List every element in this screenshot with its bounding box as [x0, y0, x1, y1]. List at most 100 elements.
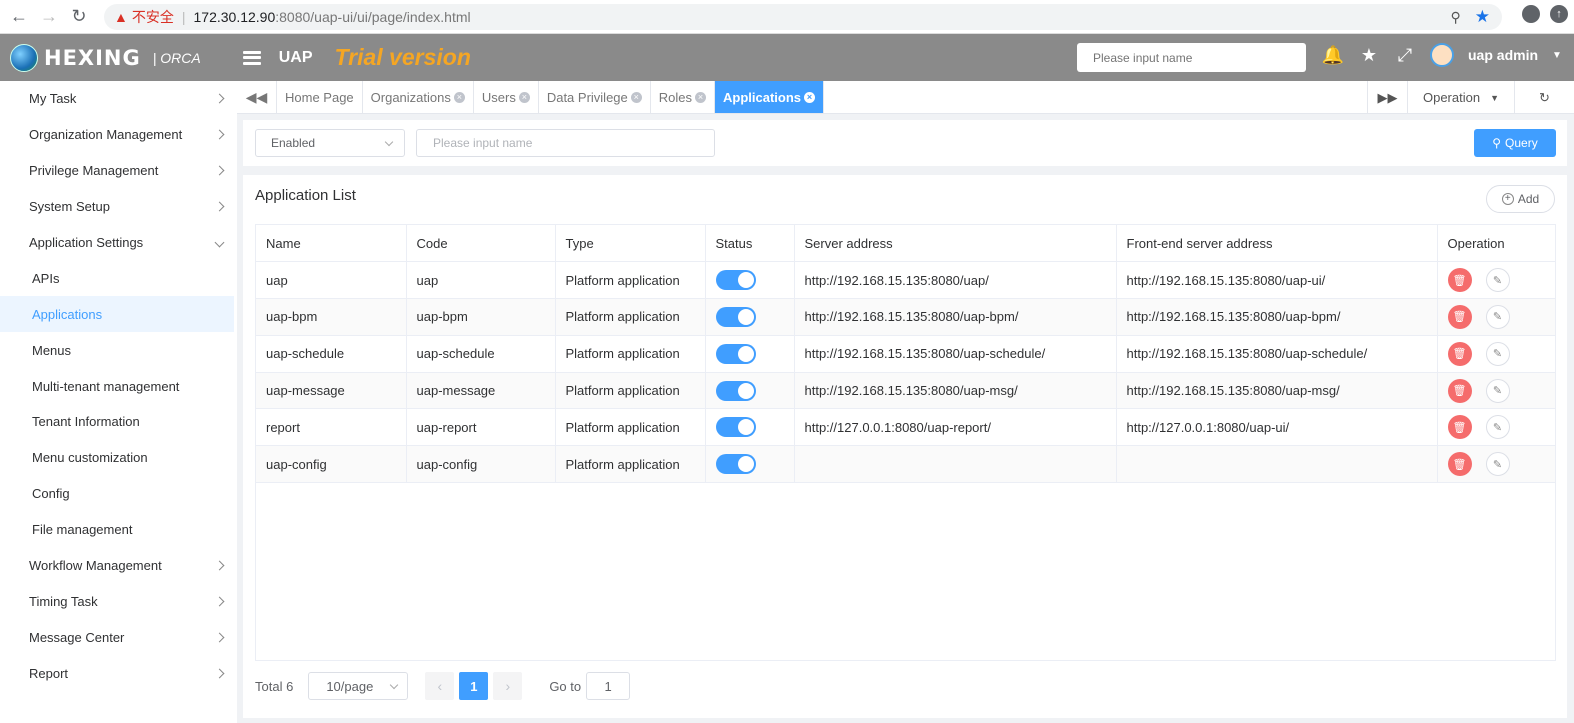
delete-icon[interactable]: 🗑	[1447, 268, 1472, 293]
tab-users[interactable]: Users ×	[474, 81, 539, 113]
edit-icon[interactable]: ✎	[1485, 341, 1510, 366]
edit-icon[interactable]: ✎	[1485, 268, 1510, 293]
status-select[interactable]: Enabled	[255, 129, 405, 157]
name-filter-input[interactable]: Please input name	[416, 129, 715, 157]
cell-type: Platform application	[555, 408, 706, 447]
tab-organizations[interactable]: Organizations ×	[363, 81, 474, 113]
sidebar-item-organization-management[interactable]: Organization Management	[0, 117, 237, 153]
page-number-current[interactable]: 1	[459, 672, 489, 700]
close-icon[interactable]: ×	[695, 91, 707, 103]
cell-server: http://192.168.15.135:8080/uap/	[794, 261, 1117, 300]
sidebar-item-label: Message Center	[29, 629, 125, 645]
sidebar-item-applications[interactable]: Applications	[0, 296, 234, 333]
tab-operation-dropdown[interactable]: Operation ▼	[1407, 81, 1514, 114]
sidebar-item-config[interactable]: Config	[0, 476, 237, 512]
table-body: uap uap Platform application http://192.168…	[256, 261, 1555, 484]
cell-status	[705, 372, 795, 410]
avatar[interactable]	[1430, 43, 1454, 67]
status-toggle[interactable]	[715, 454, 756, 475]
close-icon[interactable]: ×	[804, 91, 816, 103]
sidebar-item-privilege-management[interactable]: Privilege Management	[0, 153, 237, 189]
tab-applications[interactable]: Applications ×	[715, 81, 825, 113]
refresh-icon[interactable]: ↻	[1514, 81, 1574, 114]
cell-operation: 🗑 ✎	[1437, 335, 1555, 373]
query-button[interactable]: ⚲ Query	[1474, 129, 1556, 157]
sidebar: My Task Organization Management Privilege …	[0, 81, 237, 723]
prev-page-button[interactable]: ‹	[425, 672, 455, 700]
tab-label: Applications	[723, 89, 802, 105]
cell-code: uap	[406, 261, 556, 300]
sidebar-item-message-center[interactable]: Message Center	[0, 619, 237, 655]
sidebar-item-label: APIs	[32, 270, 60, 286]
sidebar-item-label: Menu customization	[32, 450, 148, 466]
sidebar-item-apis[interactable]: APIs	[0, 260, 237, 296]
status-toggle[interactable]	[715, 417, 756, 438]
table-row: uap-schedule uap-schedule Platform applica…	[256, 335, 1555, 373]
status-toggle[interactable]	[715, 270, 756, 291]
add-button[interactable]: + Add	[1486, 185, 1555, 213]
status-toggle[interactable]	[715, 343, 756, 364]
sidebar-item-report[interactable]: Report	[0, 655, 237, 691]
tab-home-page[interactable]: Home Page	[277, 81, 363, 113]
status-toggle[interactable]	[715, 380, 756, 401]
edit-icon[interactable]: ✎	[1485, 452, 1510, 477]
sidebar-item-label: System Setup	[29, 199, 110, 215]
delete-icon[interactable]: 🗑	[1447, 378, 1472, 403]
sidebar-item-workflow-management[interactable]: Workflow Management	[0, 548, 237, 584]
sidebar-item-tenant-information[interactable]: Tenant Information	[0, 404, 237, 440]
sidebar-item-multi-tenant-management[interactable]: Multi-tenant management	[0, 368, 237, 404]
tab-roles[interactable]: Roles ×	[651, 81, 716, 113]
fullscreen-icon[interactable]: ⤢	[1394, 44, 1416, 66]
search-icon: ⚲	[1492, 136, 1502, 150]
user-dropdown-icon[interactable]: ▼	[1552, 50, 1562, 61]
tab-data-privilege[interactable]: Data Privilege ×	[539, 81, 651, 113]
chevron-down-icon	[384, 137, 394, 147]
forward-icon[interactable]: →	[38, 6, 60, 28]
key-icon[interactable]: ⚲	[1450, 9, 1460, 26]
close-icon[interactable]: ×	[453, 91, 465, 103]
caret-down-icon: ▼	[1490, 92, 1499, 103]
cell-operation: 🗑 ✎	[1437, 372, 1555, 410]
url-separator: |	[181, 9, 186, 25]
cell-server: http://192.168.15.135:8080/uap-bpm/	[794, 298, 1117, 336]
edit-icon[interactable]: ✎	[1485, 304, 1510, 329]
column-header: Operation	[1437, 225, 1555, 263]
chevron-right-icon	[214, 93, 225, 104]
star-icon[interactable]: ★	[1358, 44, 1380, 66]
tabs-scroll-left-icon[interactable]: ◀◀	[237, 81, 277, 113]
sidebar-item-file-management[interactable]: File management	[0, 512, 237, 548]
edit-icon[interactable]: ✎	[1485, 415, 1510, 440]
address-bar[interactable]: ▲ 不安全 | 172.30.12.90:8080/uap-ui/ui/page…	[104, 4, 1502, 30]
sidebar-item-my-task[interactable]: My Task	[0, 81, 237, 117]
status-toggle[interactable]	[715, 306, 756, 327]
close-icon[interactable]: ×	[518, 91, 530, 103]
update-icon[interactable]: ↑	[1550, 5, 1568, 23]
sidebar-item-application-settings[interactable]: Application Settings	[0, 225, 237, 261]
next-page-button[interactable]: ›	[493, 672, 523, 700]
cell-name: uap-bpm	[256, 298, 407, 336]
bell-icon[interactable]: 🔔	[1322, 44, 1344, 66]
sidebar-item-menus[interactable]: Menus	[0, 332, 237, 368]
applications-table: Name Code Type Status Server address Front-en…	[255, 224, 1556, 661]
delete-icon[interactable]: 🗑	[1447, 452, 1472, 477]
sidebar-item-timing-task[interactable]: Timing Task	[0, 583, 237, 619]
bookmark-star-icon[interactable]: ★	[1475, 7, 1490, 27]
delete-icon[interactable]: 🗑	[1447, 304, 1472, 329]
page-size-select[interactable]: 10/page	[308, 672, 409, 700]
sidebar-item-menu-customization[interactable]: Menu customization	[0, 440, 237, 476]
profile-icon[interactable]	[1522, 5, 1540, 23]
user-name[interactable]: uap admin	[1468, 47, 1538, 63]
delete-icon[interactable]: 🗑	[1447, 341, 1472, 366]
header-search-input[interactable]	[1077, 43, 1306, 72]
goto-page-input[interactable]: 1	[586, 672, 631, 700]
tabs-scroll-right-icon[interactable]: ▶▶	[1367, 81, 1407, 114]
sidebar-item-system-setup[interactable]: System Setup	[0, 189, 237, 225]
edit-icon[interactable]: ✎	[1485, 378, 1510, 403]
menu-toggle-icon[interactable]	[242, 50, 261, 65]
reload-icon[interactable]: ↻	[68, 6, 90, 28]
app-name: UAP	[278, 48, 313, 66]
back-icon[interactable]: ←	[8, 6, 30, 28]
delete-icon[interactable]: 🗑	[1447, 415, 1472, 440]
close-icon[interactable]: ×	[630, 91, 642, 103]
insecure-warning[interactable]: ▲ 不安全	[114, 7, 174, 27]
